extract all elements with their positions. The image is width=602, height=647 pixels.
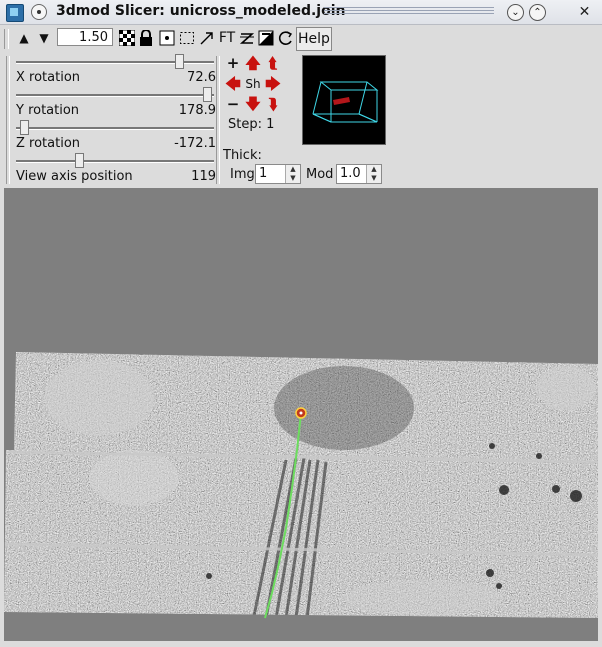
rotate-icon[interactable]	[277, 28, 294, 48]
minus-icon[interactable]: −	[225, 96, 241, 112]
img-spin-arrows-icon[interactable]: ▲ ▼	[285, 165, 300, 183]
panel-divider	[216, 56, 220, 184]
img-thickness-value: 1	[259, 166, 268, 181]
zoom-input[interactable]: 1.50	[57, 28, 113, 46]
minimize-icon[interactable]: ⌄	[507, 4, 524, 21]
x-rotation-value: 72.6	[187, 70, 216, 85]
y-rotation-value: 178.9	[178, 103, 216, 118]
view-axis-value: 119	[191, 169, 216, 184]
pin-icon[interactable]	[31, 4, 47, 20]
arrow-up-icon[interactable]: 🡅	[245, 55, 261, 71]
maximize-icon[interactable]: ⌃	[529, 4, 546, 21]
bounding-box-icon	[312, 81, 379, 123]
ft-toggle[interactable]: FT	[217, 28, 237, 48]
panel-grip	[6, 56, 10, 184]
mod-thickness-value: 1.0	[340, 166, 361, 181]
view-axis-slider[interactable]	[16, 160, 214, 163]
thickness-label: Thick:	[223, 148, 262, 163]
img-thickness-spinbox[interactable]: 1 ▲ ▼	[255, 164, 301, 184]
zoom-up-icon[interactable]: ▲	[16, 28, 32, 48]
mod-thickness-label: Mod	[306, 167, 334, 182]
arrow-diagonal-icon[interactable]	[198, 28, 215, 48]
step-label: Step: 1	[228, 117, 275, 132]
app-icon[interactable]	[6, 4, 24, 22]
x-rotation-label: X rotation	[16, 70, 81, 85]
checkerboard-icon[interactable]	[118, 28, 135, 48]
title-bar: 3dmod Slicer: unicross_modeled.join ⌄ ⌃ …	[0, 0, 602, 25]
z-rotation-slider[interactable]	[16, 127, 214, 130]
z-rotation-slider-thumb[interactable]	[19, 120, 29, 135]
arrow-right-icon[interactable]: 🡆	[265, 76, 281, 92]
arrow-up-left-icon[interactable]: ⮬	[265, 55, 281, 71]
close-icon[interactable]: ✕	[576, 4, 593, 21]
arrow-down-right-icon[interactable]: ⮯	[265, 96, 281, 112]
y-rotation-slider[interactable]	[16, 94, 214, 97]
y-rotation-slider-thumb[interactable]	[203, 87, 213, 102]
view-axis-slider-thumb[interactable]	[74, 153, 84, 168]
zoom-down-icon[interactable]: ▼	[36, 28, 52, 48]
shift-toggle[interactable]: Sh	[244, 76, 262, 92]
x-rotation-slider-thumb[interactable]	[174, 54, 184, 69]
arrow-left-icon[interactable]: 🡄	[225, 76, 241, 92]
arrow-down-icon[interactable]: 🡇	[245, 96, 261, 112]
orientation-preview	[302, 55, 386, 145]
y-rotation-label: Y rotation	[16, 103, 80, 118]
lock-icon[interactable]	[137, 28, 154, 48]
help-button[interactable]: Help	[296, 27, 332, 51]
z-rotation-label: Z rotation	[16, 136, 81, 151]
x-rotation-slider[interactable]	[16, 61, 214, 64]
mod-thickness-spinbox[interactable]: 1.0 ▲ ▼	[336, 164, 382, 184]
control-panel: X rotation 72.6 Y rotation 178.9 Z rotat…	[0, 54, 602, 186]
toolbar-grip[interactable]	[4, 29, 9, 49]
view-axis-label: View axis position	[16, 169, 133, 184]
img-thickness-label: Img	[230, 167, 255, 182]
z-rotation-value: -172.1	[174, 136, 216, 151]
plus-icon[interactable]: +	[225, 55, 241, 71]
toolbar: ▲ ▼ 1.50 FT Help	[0, 25, 602, 53]
tomogram-slice[interactable]	[4, 188, 598, 641]
center-point-icon[interactable]	[158, 28, 175, 48]
mod-spin-arrows-icon[interactable]: ▲ ▼	[366, 165, 381, 183]
window-title: 3dmod Slicer: unicross_modeled.join	[56, 3, 346, 19]
title-bar-decoration	[324, 7, 494, 16]
shading-icon[interactable]	[257, 28, 274, 48]
z-scale-icon[interactable]	[238, 28, 255, 48]
selection-box-icon[interactable]	[178, 28, 195, 48]
window-bottom-border	[0, 641, 602, 647]
slice-image-view[interactable]	[4, 188, 598, 641]
